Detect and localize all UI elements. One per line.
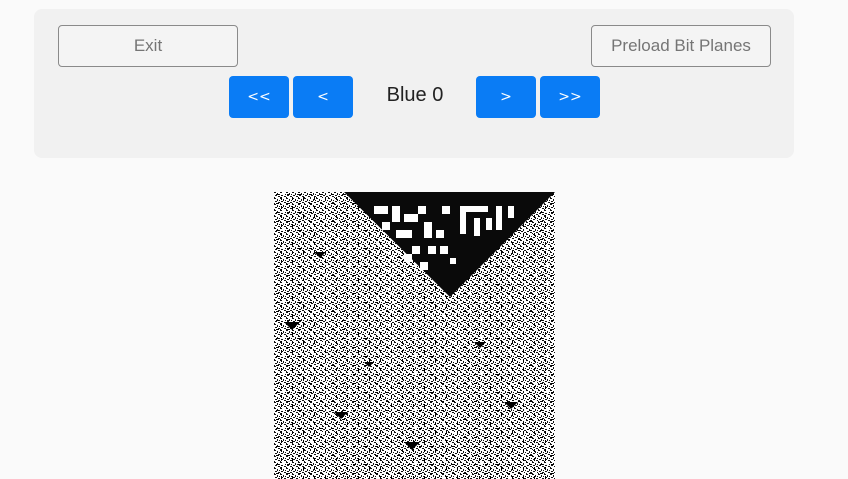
current-plane-label: Blue 0 (386, 83, 444, 106)
next-plane-button[interactable]: > (476, 76, 536, 118)
last-plane-button[interactable]: >> (540, 76, 600, 118)
first-plane-button[interactable]: << (229, 76, 289, 118)
bit-plane-image (274, 192, 555, 479)
preload-bit-planes-button[interactable]: Preload Bit Planes (591, 25, 771, 67)
exit-button[interactable]: Exit (58, 25, 238, 67)
previous-plane-button[interactable]: < (293, 76, 353, 118)
